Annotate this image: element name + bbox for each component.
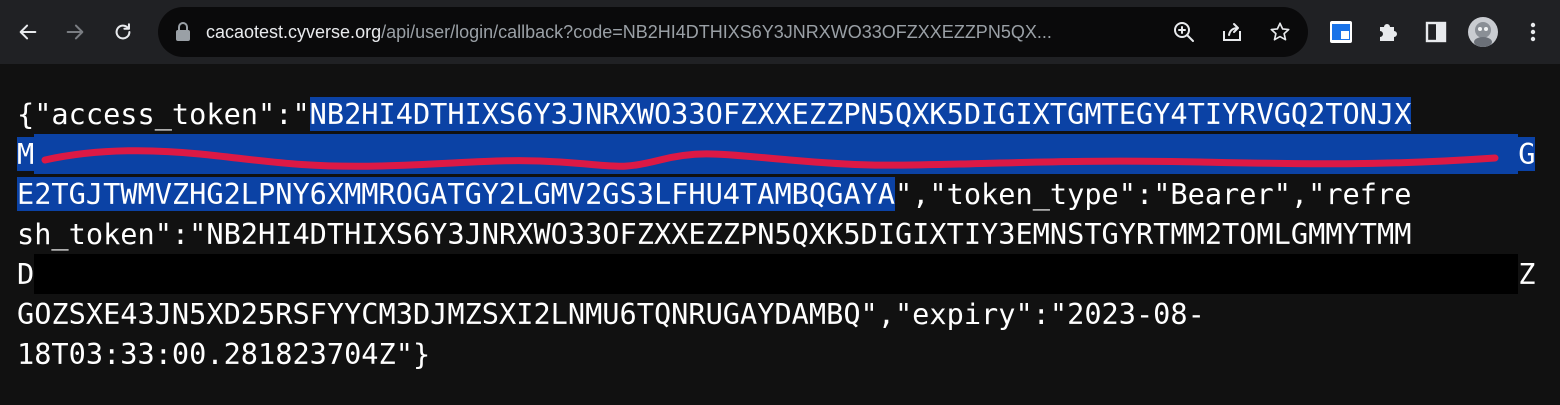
json-text-segment: GOZSXE43JN5XD25RSFYYCM3DJMZSXI2LNMU6TQNR… bbox=[17, 297, 1205, 331]
bookmark-star-icon bbox=[1270, 22, 1290, 41]
browser-menu-button[interactable] bbox=[1517, 16, 1549, 48]
profile-avatar bbox=[1468, 17, 1498, 47]
reload-button[interactable] bbox=[104, 13, 142, 51]
share-icon bbox=[1223, 23, 1241, 41]
json-line-4: sh_token":"NB2HI4DTHIXS6Y3JNRXWO33OFZXXE… bbox=[17, 214, 1537, 254]
json-line-7: 18T03:33:00.281823704Z"} bbox=[17, 334, 1537, 374]
json-text-segment: sh_token":"NB2HI4DTHIXS6Y3JNRXWO33OFZXXE… bbox=[17, 217, 1412, 251]
json-text-segment: ","token_type":"Bearer","refre bbox=[894, 177, 1412, 211]
side-panel-icon bbox=[1425, 21, 1447, 43]
selected-token-text: E2TGJTWMVZHG2LPNY6XMMROGATGY2LGMV2GS3LFH… bbox=[17, 177, 895, 211]
json-text-segment: D bbox=[17, 257, 35, 291]
json-text-segment: 18T03:33:00.281823704Z"} bbox=[17, 337, 431, 371]
extension-button[interactable] bbox=[1325, 16, 1357, 48]
selected-token-text: NB2HI4DTHIXS6Y3JNRXWO33OFZXXEZZPN5QXK5DI… bbox=[309, 97, 1412, 131]
page-content: {"access_token":"NB2HI4DTHIXS6Y3JNRXWO33… bbox=[0, 64, 1560, 405]
lock-icon bbox=[176, 22, 190, 41]
back-button[interactable] bbox=[9, 13, 47, 51]
zoom-button[interactable] bbox=[1171, 19, 1197, 45]
forward-button[interactable] bbox=[56, 13, 94, 51]
address-bar[interactable]: cacaotest.cyverse.org/api/user/login/cal… bbox=[158, 7, 1308, 57]
url-text[interactable]: cacaotest.cyverse.org/api/user/login/cal… bbox=[206, 7, 1052, 57]
bookmark-button[interactable] bbox=[1267, 19, 1293, 45]
json-line-3: E2TGJTWMVZHG2LPNY6XMMROGATGY2LGMV2GS3LFH… bbox=[17, 174, 1537, 214]
selected-token-text: G bbox=[1518, 137, 1536, 171]
side-panel-button[interactable] bbox=[1420, 16, 1452, 48]
profile-button[interactable] bbox=[1467, 16, 1499, 48]
zoom-icon bbox=[1174, 22, 1194, 42]
browser-toolbar: cacaotest.cyverse.org/api/user/login/cal… bbox=[0, 0, 1560, 64]
json-line-2: MG bbox=[17, 134, 1537, 174]
json-line-6: GOZSXE43JN5XD25RSFYYCM3DJMZSXI2LNMU6TQNR… bbox=[17, 294, 1537, 334]
redacted-region bbox=[34, 254, 1519, 294]
forward-icon bbox=[66, 24, 84, 40]
menu-kebab-icon bbox=[1530, 22, 1536, 42]
puzzle-icon bbox=[1380, 24, 1397, 41]
json-response: {"access_token":"NB2HI4DTHIXS6Y3JNRXWO33… bbox=[17, 94, 1537, 374]
json-line-1: {"access_token":"NB2HI4DTHIXS6Y3JNRXWO33… bbox=[17, 94, 1537, 134]
extension-icon bbox=[1330, 21, 1352, 43]
json-text-segment: Z bbox=[1518, 257, 1536, 291]
json-line-5: DZ bbox=[17, 254, 1537, 294]
url-path: /api/user/login/callback?code=NB2HI4DTHI… bbox=[381, 22, 1052, 42]
selected-token-text: M bbox=[17, 137, 35, 171]
url-host: cacaotest.cyverse.org bbox=[206, 22, 382, 42]
extensions-menu-button[interactable] bbox=[1372, 16, 1404, 48]
reload-icon bbox=[115, 23, 131, 40]
json-text-segment: {"access_token":" bbox=[17, 97, 310, 131]
redacted-region bbox=[34, 134, 1519, 174]
share-button[interactable] bbox=[1219, 19, 1245, 45]
back-icon bbox=[19, 24, 37, 40]
